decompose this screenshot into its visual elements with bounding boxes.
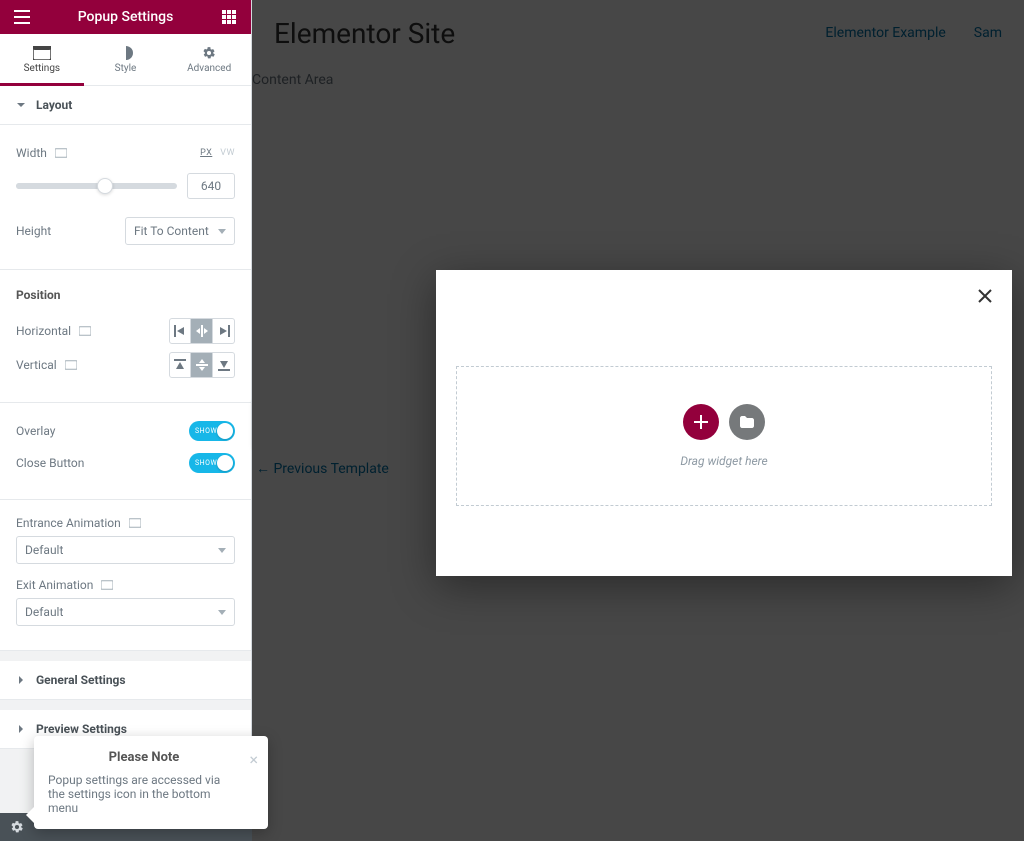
align-bottom-button[interactable]: [213, 352, 235, 378]
section-animations: Entrance Animation Default Exit Animatio…: [0, 500, 251, 651]
horizontal-align-group: [169, 318, 235, 344]
widgets-grid-icon[interactable]: [215, 3, 243, 31]
horizontal-label: Horizontal: [16, 324, 91, 338]
width-input[interactable]: [187, 173, 235, 199]
responsive-icon[interactable]: [79, 326, 91, 336]
gear-icon[interactable]: [6, 816, 28, 838]
responsive-icon[interactable]: [129, 518, 141, 528]
section-title: General Settings: [36, 673, 126, 687]
popup-drop-area[interactable]: Drag widget here: [456, 366, 992, 506]
vertical-align-group: [169, 352, 235, 378]
chevron-down-icon: [218, 610, 226, 615]
section-toggles: Overlay SHOW Close Button SHOW: [0, 403, 251, 500]
template-library-button[interactable]: [729, 404, 765, 440]
add-widget-button[interactable]: [683, 404, 719, 440]
chevron-down-icon: [218, 229, 226, 234]
settings-panel: Popup Settings Settings Style Advanced L…: [0, 0, 252, 841]
panel-tabs: Settings Style Advanced: [0, 34, 251, 86]
align-top-button[interactable]: [169, 352, 191, 378]
section-title: Preview Settings: [36, 722, 127, 736]
section-general-header[interactable]: General Settings: [0, 661, 251, 700]
align-center-button[interactable]: [191, 318, 213, 344]
tab-label: Style: [115, 63, 137, 74]
tab-label: Settings: [24, 63, 61, 74]
height-label: Height: [16, 224, 51, 238]
note-close-button[interactable]: ×: [249, 752, 258, 768]
responsive-icon[interactable]: [55, 148, 67, 158]
entrance-animation-label: Entrance Animation: [16, 516, 235, 530]
panel-header: Popup Settings: [0, 0, 251, 34]
align-right-button[interactable]: [213, 318, 235, 344]
section-position: Position Horizontal Vertical: [0, 270, 251, 403]
close-icon: [978, 289, 992, 303]
editor-canvas: Elementor Site Elementor Example Sam Con…: [252, 0, 1024, 841]
section-layout-body: Width PX VW Height Fit To Content: [0, 125, 251, 270]
exit-animation-label: Exit Animation: [16, 578, 235, 592]
section-layout-header[interactable]: Layout: [0, 86, 251, 125]
close-button-label: Close Button: [16, 456, 84, 470]
position-title: Position: [16, 282, 235, 310]
slider-thumb[interactable]: [97, 178, 113, 194]
section-title: Layout: [36, 98, 72, 112]
chevron-down-icon: [218, 548, 226, 553]
tab-advanced[interactable]: Advanced: [167, 34, 251, 85]
align-left-button[interactable]: [169, 318, 191, 344]
panel-scroll: Layout Width PX VW: [0, 86, 251, 841]
responsive-icon[interactable]: [101, 580, 113, 590]
folder-icon: [740, 416, 754, 428]
drop-text: Drag widget here: [680, 454, 767, 468]
entrance-animation-select[interactable]: Default: [16, 536, 235, 564]
note-title: Please Note: [48, 750, 240, 765]
width-units[interactable]: PX VW: [200, 148, 235, 158]
close-button-toggle[interactable]: SHOW: [189, 453, 235, 473]
please-note-tooltip: × Please Note Popup settings are accesse…: [34, 736, 268, 829]
responsive-icon[interactable]: [65, 360, 77, 370]
hamburger-icon[interactable]: [8, 3, 36, 31]
popup-preview: Drag widget here: [436, 270, 1012, 576]
width-label: Width: [16, 146, 67, 160]
tab-settings[interactable]: Settings: [0, 34, 84, 85]
tab-style[interactable]: Style: [84, 34, 168, 85]
width-slider[interactable]: [16, 183, 177, 189]
tab-label: Advanced: [187, 63, 231, 74]
panel-title: Popup Settings: [36, 9, 215, 25]
plus-icon: [694, 415, 708, 429]
overlay-label: Overlay: [16, 424, 55, 438]
exit-animation-select[interactable]: Default: [16, 598, 235, 626]
note-body: Popup settings are accessed via the sett…: [48, 773, 240, 815]
height-select[interactable]: Fit To Content: [125, 217, 235, 245]
vertical-label: Vertical: [16, 358, 77, 372]
align-middle-button[interactable]: [191, 352, 213, 378]
popup-close-button[interactable]: [978, 288, 992, 307]
overlay-toggle[interactable]: SHOW: [189, 421, 235, 441]
